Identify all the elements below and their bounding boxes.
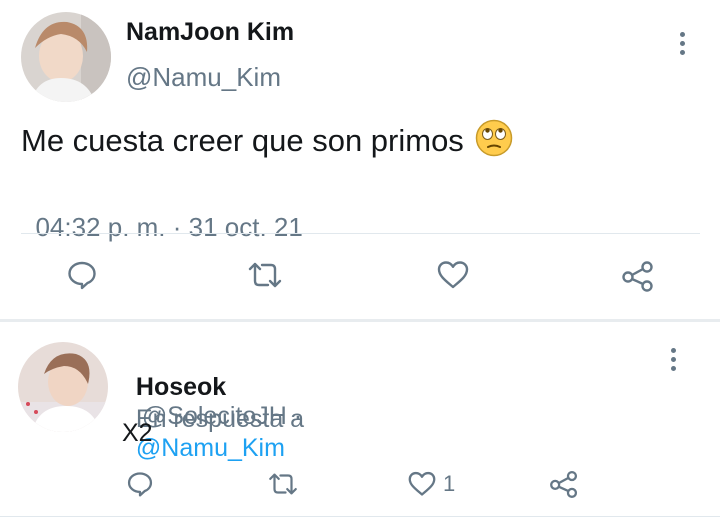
timestamp-separator: ·: [165, 212, 189, 242]
dot-icon: [679, 41, 685, 46]
author-avatar[interactable]: [21, 12, 111, 102]
avatar-photo: [21, 12, 111, 102]
reply-author-avatar[interactable]: [18, 342, 108, 432]
share-icon: [622, 261, 653, 292]
reply-button[interactable]: [66, 259, 98, 291]
like-button[interactable]: [436, 259, 470, 291]
reply-share-button[interactable]: [548, 469, 580, 499]
reply-text: X2: [122, 419, 153, 447]
dot-icon: [670, 348, 676, 353]
tweet-text-row: Me cuesta creer que son primos: [21, 119, 513, 162]
like-icon: [437, 261, 469, 289]
reply-reply-button[interactable]: [126, 470, 154, 498]
share-icon: [550, 470, 578, 498]
section-separator: [0, 319, 720, 322]
bottom-divider: [0, 516, 720, 517]
tweet-date: 31 oct. 21: [188, 212, 303, 242]
retweet-icon: [269, 473, 297, 495]
retweet-button[interactable]: [245, 259, 285, 291]
like-icon: [408, 471, 436, 496]
dot-icon: [679, 50, 685, 55]
retweet-icon: [248, 262, 282, 288]
divider: [21, 233, 700, 234]
dot-icon: [679, 32, 685, 37]
in-reply-handle-link[interactable]: @Namu_Kim: [136, 434, 285, 462]
tweet-text: Me cuesta creer que son primos: [21, 122, 464, 158]
reply-icon: [127, 472, 153, 497]
avatar-photo: [18, 342, 108, 432]
like-count: 1: [443, 471, 456, 496]
in-reply-prefix: En respuesta a: [135, 405, 305, 433]
dot-icon: [670, 366, 676, 371]
face-with-rolling-eyes-icon: [475, 119, 513, 162]
reply-like-button[interactable]: 1: [407, 470, 455, 498]
reply-icon: [68, 261, 96, 290]
share-button[interactable]: [620, 259, 656, 293]
more-options-button[interactable]: [679, 32, 685, 55]
reply-retweet-button[interactable]: [266, 470, 300, 498]
reply-more-options-button[interactable]: [670, 348, 676, 371]
author-handle[interactable]: @Namu_Kim: [126, 62, 281, 93]
tweet-time: 04:32 p. m.: [35, 212, 166, 242]
dot-icon: [670, 357, 676, 362]
author-name[interactable]: NamJoon Kim: [126, 18, 294, 47]
